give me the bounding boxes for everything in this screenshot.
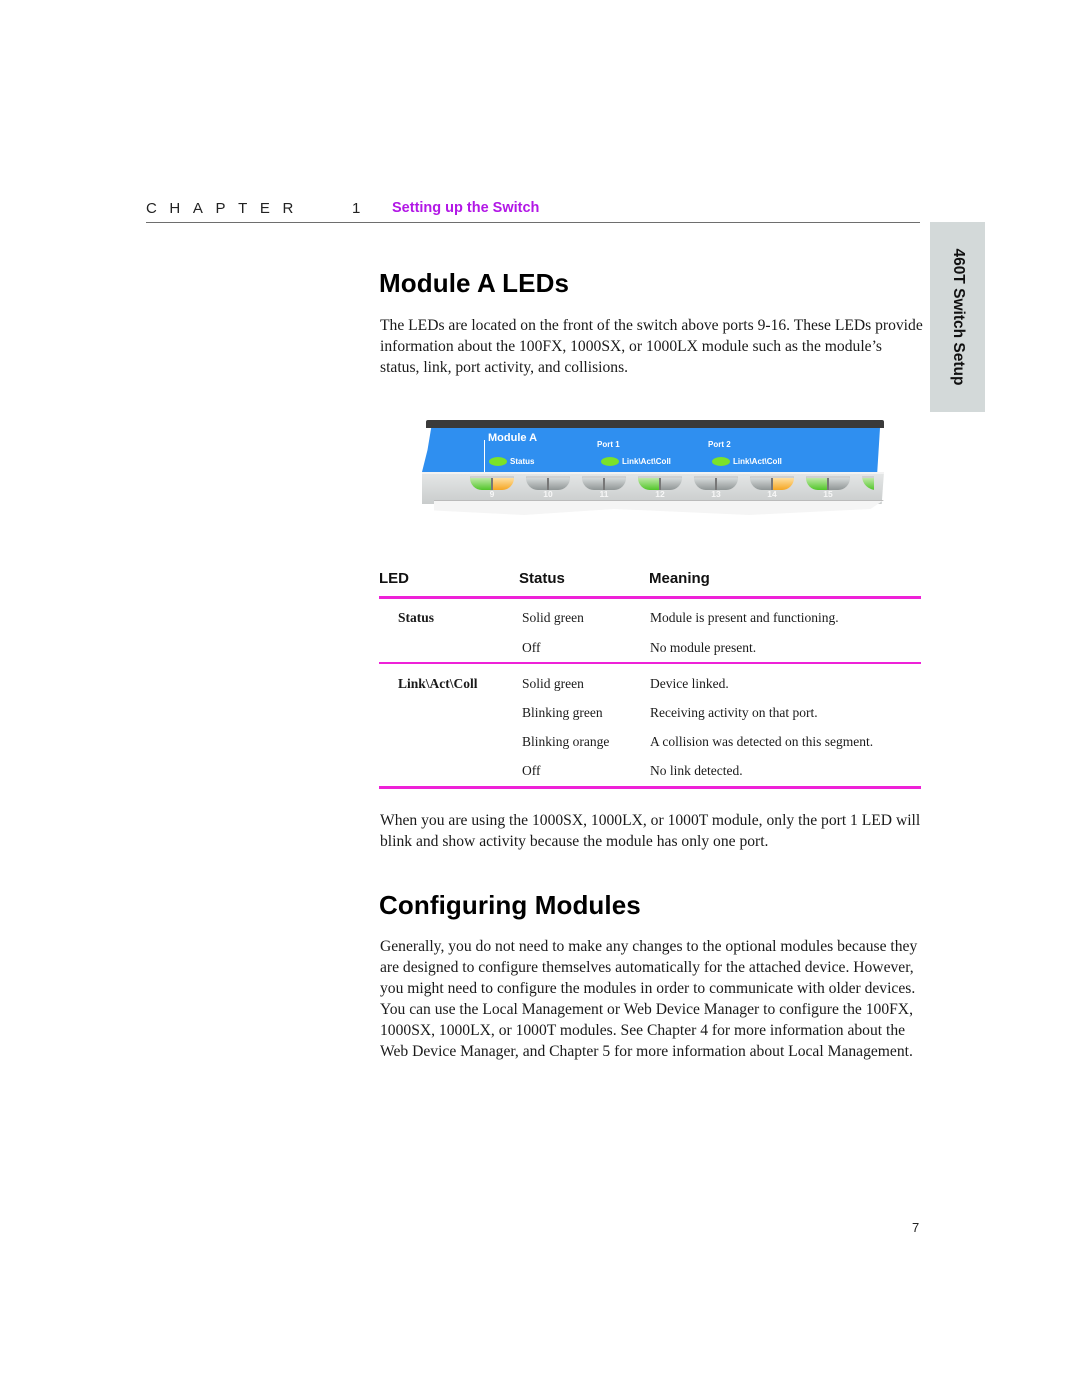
led-meaning: No module present. (650, 640, 757, 655)
led-meaning: Device linked. (650, 676, 729, 691)
led-status: Solid green (522, 610, 584, 625)
table-row: Blinking orange A collision was detected… (379, 734, 921, 754)
port1-led-label: Link\Act\Coll (622, 457, 671, 466)
port-led-icon (806, 476, 850, 490)
table-header-rule (379, 596, 921, 599)
port-led-icon (750, 476, 794, 490)
led-status: Off (522, 763, 541, 778)
section-heading-configuring-modules: Configuring Modules (379, 890, 641, 920)
led-meaning: Module is present and functioning. (650, 610, 839, 625)
port-led-9: 9 (470, 476, 514, 500)
port-led-11: 11 (582, 476, 626, 500)
port-led-15: 15 (806, 476, 850, 500)
led-name: Status (398, 610, 435, 625)
port2-led-icon (712, 457, 730, 466)
header-meaning: Meaning (649, 570, 710, 587)
chapter-label: CHAPTER (146, 200, 306, 217)
port-number: 15 (823, 489, 833, 499)
chapter-number: 1 (352, 200, 361, 217)
port-number: 13 (711, 489, 721, 499)
port-led-10: 10 (526, 476, 570, 500)
table-row: Blinking green Receiving activity on tha… (379, 705, 921, 725)
module-a-label: Module A (488, 432, 538, 444)
port-led-12: 12 (638, 476, 682, 500)
port-led-icon (582, 476, 626, 490)
port1-led-icon (601, 457, 619, 466)
port-number: 12 (655, 489, 665, 499)
led-status: Blinking orange (522, 734, 610, 749)
chapter-title: Setting up the Switch (392, 200, 540, 216)
port-led-icon (526, 476, 570, 490)
status-led-label: Status (510, 457, 535, 466)
led-status: Off (522, 640, 541, 655)
led-meaning: A collision was detected on this segment… (650, 734, 874, 749)
port-led-icon (470, 476, 514, 490)
port2-led-label: Link\Act\Coll (733, 457, 782, 466)
port1-label: Port 1 (597, 440, 620, 449)
port-led-partial (862, 476, 874, 500)
page-number: 7 (912, 1220, 920, 1235)
port-led-14: 14 (750, 476, 794, 500)
table-row: Status Solid green Module is present and… (379, 610, 921, 630)
configuring-paragraph: Generally, you do not need to make any c… (380, 938, 918, 1060)
section-heading-module-a-leds: Module A LEDs (379, 268, 570, 298)
side-tab-label: 460T Switch Setup (949, 248, 967, 386)
panel-top-edge (426, 420, 884, 428)
port-led-icon (694, 476, 738, 490)
port-number: 14 (767, 489, 777, 499)
note-paragraph: When you are using the 1000SX, 1000LX, o… (380, 812, 921, 850)
port-led-icon (638, 476, 682, 490)
side-tab: 460T Switch Setup (930, 222, 985, 412)
port2-label: Port 2 (708, 440, 731, 449)
port-number: 11 (599, 489, 609, 499)
panel-divider (484, 440, 485, 472)
intro-paragraph: The LEDs are located on the front of the… (380, 317, 923, 376)
table-row: Link\Act\Coll Solid green Device linked. (379, 676, 921, 696)
panel-torn-edge (434, 500, 884, 515)
led-name: Link\Act\Coll (398, 676, 478, 691)
led-status: Blinking green (522, 705, 603, 720)
led-status: Solid green (522, 676, 584, 691)
port-led-icon (862, 476, 874, 490)
chapter-header: CHAPTER 1 Setting up the Switch (146, 200, 920, 223)
port-number: 9 (489, 489, 495, 499)
module-a-panel-illustration: Module A Port 1 Port 2 Status Link\Act\C… (422, 420, 884, 518)
led-meaning: Receiving activity on that port. (650, 705, 818, 720)
port-number: 10 (543, 489, 553, 499)
table-row: Off No module present. (379, 640, 921, 660)
header-led: LED (379, 570, 409, 587)
led-meaning: No link detected. (650, 763, 743, 778)
table-row: Off No link detected. (379, 763, 921, 783)
table-end-rule (379, 786, 921, 789)
status-led-icon (489, 457, 507, 466)
header-status: Status (519, 570, 565, 587)
table-group-rule (379, 662, 921, 664)
port-led-13: 13 (694, 476, 738, 500)
